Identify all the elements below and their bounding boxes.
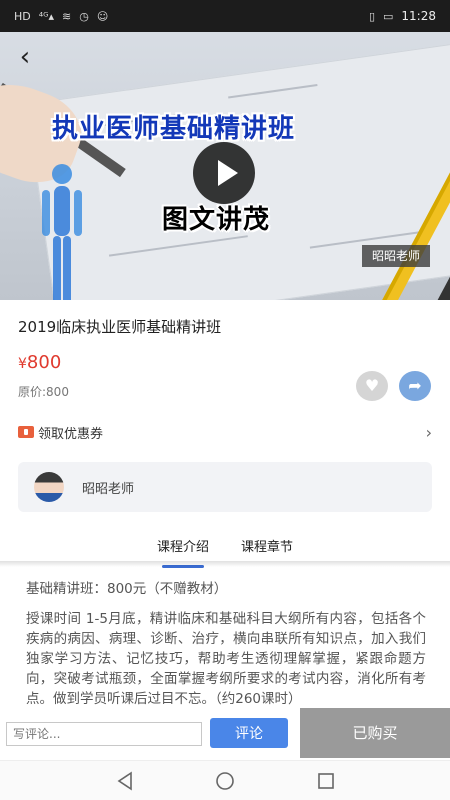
coupon-row[interactable]: 领取优惠券 ›	[18, 420, 432, 444]
comment-input[interactable]	[6, 722, 202, 746]
purchased-button[interactable]: 已购买	[300, 708, 450, 758]
battery-icon: ▭	[383, 9, 394, 23]
status-bar: HD ⁴ᴳ▴ ≋ ◷ ☺ ▯ ▭ 11:28	[0, 0, 450, 32]
price-value: 800	[26, 352, 62, 373]
share-icon: ➦	[408, 376, 422, 395]
original-price: 原价:800	[18, 385, 69, 399]
wifi-icon: ≋	[62, 9, 72, 23]
description-paragraph: 授课时间 1-5月底，精讲临床和基础科目大纲所有内容，包括各个疾病的病因、病理、…	[26, 611, 426, 707]
status-left-icons: HD ⁴ᴳ▴ ≋ ◷ ☺	[14, 10, 108, 23]
bottom-action-bar: 评论 已购买	[0, 708, 450, 758]
tab-course-intro[interactable]: 课程介绍	[157, 530, 209, 568]
teacher-card[interactable]: 昭昭老师	[18, 462, 432, 512]
coupon-icon	[18, 426, 34, 438]
nav-home-icon[interactable]	[214, 770, 236, 792]
coupon-label: 领取优惠券	[38, 426, 104, 442]
course-title: 2019临床执业医师基础精讲班	[18, 318, 222, 336]
hd-icon: HD	[14, 9, 31, 23]
avatar	[34, 472, 64, 502]
status-right: ▯ ▭ 11:28	[369, 9, 436, 23]
face-icon: ☺	[96, 9, 109, 23]
skeleton-figure	[42, 164, 82, 300]
status-time: 11:28	[401, 9, 436, 23]
heart-icon: ♥	[364, 376, 380, 395]
chevron-right-icon: ›	[425, 422, 432, 442]
comment-button[interactable]: 评论	[210, 718, 288, 748]
signal-icon: ⁴ᴳ▴	[38, 9, 55, 23]
tab-course-chapters[interactable]: 课程章节	[241, 530, 293, 560]
banner-title: 执业医师基础精讲班	[52, 114, 296, 144]
nav-recent-icon[interactable]	[316, 771, 336, 791]
tabs-divider	[0, 561, 450, 567]
video-banner[interactable]: ‹ 执业医师基础精讲班 图文讲茂 昭昭老师	[0, 32, 450, 300]
banner-subtitle: 图文讲茂	[162, 205, 271, 235]
play-button[interactable]	[193, 142, 255, 204]
share-button[interactable]: ➦	[399, 371, 431, 401]
banner-teacher-tag: 昭昭老师	[361, 245, 430, 267]
vibrate-icon: ▯	[368, 9, 375, 23]
description-price-line: 基础精讲班：800元（不赠教材）	[26, 581, 228, 597]
price: ¥800	[18, 352, 61, 373]
favorite-button[interactable]: ♥	[356, 371, 388, 401]
price-currency: ¥	[18, 356, 27, 372]
back-button[interactable]: ‹	[10, 42, 40, 72]
system-nav-bar	[0, 760, 450, 800]
alarm-icon: ◷	[79, 9, 89, 23]
course-tabs: 课程介绍 课程章节	[0, 530, 450, 568]
course-description: 基础精讲班：800元（不赠教材） 授课时间 1-5月底，精讲临床和基础科目大纲所…	[26, 579, 426, 709]
teacher-name: 昭昭老师	[82, 481, 135, 497]
